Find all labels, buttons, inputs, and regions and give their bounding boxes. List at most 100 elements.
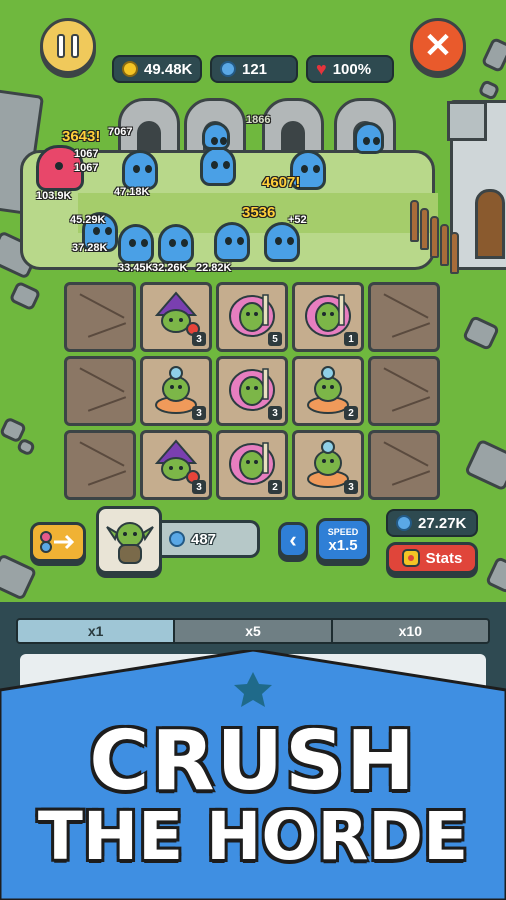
gem-icon bbox=[396, 515, 412, 531]
rock bbox=[477, 78, 501, 102]
blue-blob-enemy[interactable] bbox=[264, 222, 300, 262]
unit-level-badge: 5 bbox=[268, 332, 282, 346]
rock bbox=[464, 438, 506, 492]
blue-blob-enemy[interactable] bbox=[122, 150, 158, 190]
grid-cell-empty[interactable] bbox=[368, 356, 440, 426]
merge-icon bbox=[40, 531, 75, 553]
unit-level-badge: 3 bbox=[192, 332, 206, 346]
goblin-unit-icon bbox=[106, 522, 154, 564]
fence-stake bbox=[420, 208, 429, 250]
unit-level-badge: 2 bbox=[268, 480, 282, 494]
rock bbox=[484, 555, 506, 595]
buy-unit-cost[interactable]: 487 bbox=[156, 520, 260, 558]
grid-cell-pink-goblin[interactable]: 5 bbox=[216, 282, 288, 352]
merge-grid: 3 5 1 3 3 2 3 2 3 bbox=[64, 282, 440, 500]
stats-icon bbox=[401, 549, 420, 567]
damage-number: 22.82K bbox=[196, 262, 232, 274]
damage-number: 1866 bbox=[246, 114, 271, 126]
heart-icon: ♥ bbox=[316, 59, 327, 79]
damage-number: 37.28K bbox=[72, 242, 108, 254]
gem-icon bbox=[169, 531, 185, 547]
buy-cost-value: 487 bbox=[191, 530, 217, 548]
grid-cell-wizard-goblin[interactable]: 3 bbox=[140, 430, 212, 500]
quantity-tabs: x1 x5 x10 bbox=[16, 618, 490, 644]
damage-number: 33.45K bbox=[118, 262, 154, 274]
grid-cell-empty[interactable] bbox=[64, 282, 136, 352]
grid-cell-pink-goblin[interactable]: 3 bbox=[216, 356, 288, 426]
unit-level-badge: 3 bbox=[192, 406, 206, 420]
castle-door bbox=[475, 189, 505, 259]
damage-number: 7067 bbox=[108, 126, 133, 138]
speed-button[interactable]: SPEED x1.5 bbox=[316, 518, 370, 562]
stats-button[interactable]: Stats bbox=[386, 542, 478, 574]
cave bbox=[262, 98, 324, 156]
health-value: 100% bbox=[332, 60, 372, 78]
coin-icon bbox=[122, 61, 138, 77]
damage-number: 3643! bbox=[62, 128, 101, 145]
damage-number: +52 bbox=[288, 214, 307, 226]
banner-title-line1: CRUSH bbox=[89, 714, 417, 809]
unit-level-badge: 3 bbox=[192, 480, 206, 494]
damage-number: 47.18K bbox=[114, 186, 150, 198]
speed-label: SPEED bbox=[327, 526, 359, 537]
grid-cell-empty[interactable] bbox=[64, 430, 136, 500]
unit-level-badge: 3 bbox=[268, 406, 282, 420]
fence-stake bbox=[440, 224, 449, 266]
damage-number: 4607! bbox=[262, 174, 301, 191]
grid-cell-pink-goblin[interactable]: 1 bbox=[292, 282, 364, 352]
tab-x1[interactable]: x1 bbox=[18, 620, 176, 642]
rock bbox=[461, 314, 501, 352]
back-arrow-button[interactable]: ‹ bbox=[278, 522, 308, 558]
fence-stake bbox=[450, 232, 459, 274]
gem-total-value: 27.27K bbox=[418, 514, 467, 532]
grid-cell-wizard-goblin[interactable]: 3 bbox=[140, 282, 212, 352]
close-icon: ✕ bbox=[423, 27, 453, 65]
health-counter: ♥ 100% bbox=[306, 55, 394, 83]
grid-cell-empty[interactable] bbox=[368, 282, 440, 352]
merge-toggle-button[interactable] bbox=[30, 522, 86, 562]
coin-counter: 49.48K bbox=[112, 55, 202, 83]
rock bbox=[480, 36, 506, 74]
grid-cell-potion-goblin[interactable]: 2 bbox=[292, 356, 364, 426]
rock bbox=[0, 553, 38, 601]
grid-cell-potion-goblin[interactable]: 3 bbox=[292, 430, 364, 500]
rock bbox=[8, 280, 42, 312]
gem-total-counter: 27.27K bbox=[386, 509, 478, 537]
grid-cell-pink-goblin[interactable]: 2 bbox=[216, 430, 288, 500]
close-button[interactable]: ✕ bbox=[410, 18, 466, 74]
blue-blob-enemy[interactable] bbox=[200, 146, 236, 186]
unit-level-badge: 2 bbox=[344, 406, 358, 420]
damage-number: 103.9K bbox=[36, 190, 72, 202]
gem-icon bbox=[220, 61, 236, 77]
banner-title-line2: THE HORDE bbox=[37, 798, 469, 875]
pause-button[interactable] bbox=[40, 18, 96, 74]
unit-level-badge: 1 bbox=[344, 332, 358, 346]
gem-counter: 121 bbox=[210, 55, 298, 83]
unit-level-badge: 3 bbox=[344, 480, 358, 494]
grid-cell-empty[interactable] bbox=[368, 430, 440, 500]
castle-tower bbox=[447, 101, 487, 141]
buy-unit-card[interactable] bbox=[96, 506, 162, 574]
damage-number: 32.26K bbox=[152, 262, 188, 274]
blue-blob-enemy[interactable] bbox=[202, 122, 230, 150]
blue-blob-enemy[interactable] bbox=[354, 122, 384, 154]
fence-stake bbox=[430, 216, 439, 258]
pause-icon-bar bbox=[71, 34, 79, 58]
tab-x5[interactable]: x5 bbox=[175, 620, 333, 642]
grid-cell-potion-goblin[interactable]: 3 bbox=[140, 356, 212, 426]
fence-stake bbox=[410, 200, 419, 242]
tab-x10[interactable]: x10 bbox=[332, 620, 488, 642]
coin-value: 49.48K bbox=[144, 60, 193, 78]
pause-icon bbox=[57, 34, 65, 58]
chevron-left-icon: ‹ bbox=[289, 527, 297, 552]
stats-label: Stats bbox=[425, 549, 463, 567]
blue-blob-enemy[interactable] bbox=[118, 224, 154, 264]
damage-number: 1067 bbox=[74, 162, 99, 174]
damage-number: 1067 bbox=[74, 148, 99, 160]
damage-number: 45.29K bbox=[70, 214, 106, 226]
blue-blob-enemy[interactable] bbox=[214, 222, 250, 262]
damage-number: 3536 bbox=[242, 204, 276, 221]
grid-cell-empty[interactable] bbox=[64, 356, 136, 426]
blue-blob-enemy[interactable] bbox=[158, 224, 194, 264]
gem-value: 121 bbox=[242, 60, 268, 78]
